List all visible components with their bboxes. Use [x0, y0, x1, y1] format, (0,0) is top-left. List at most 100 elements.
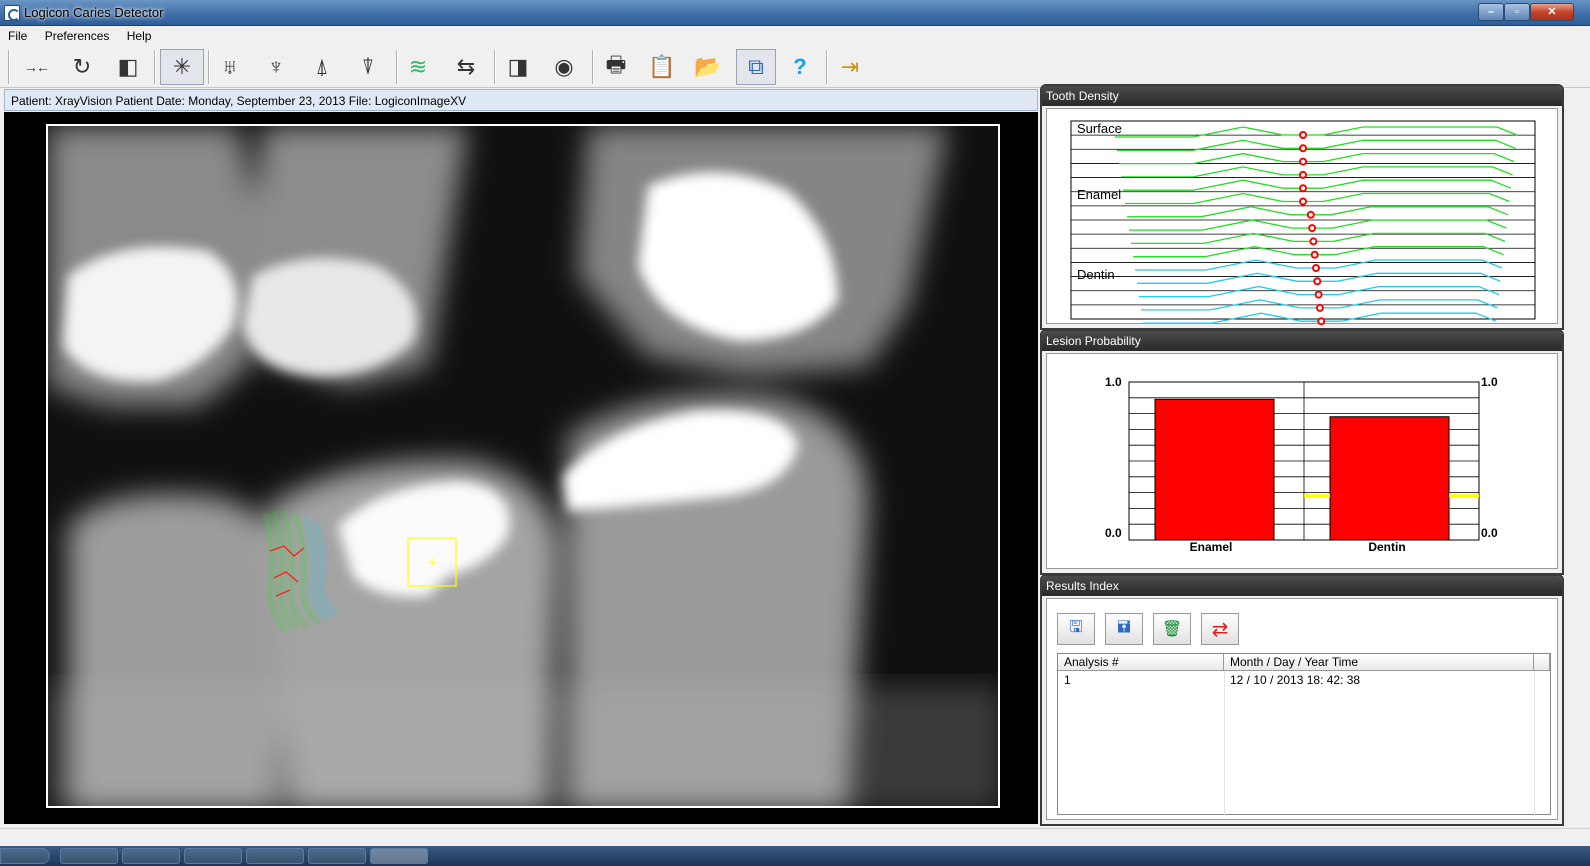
close-button[interactable]: ✕: [1530, 3, 1574, 21]
lesion-marker: [1299, 170, 1307, 179]
table-row[interactable]: 1 12 / 10 / 2013 18: 42: 38: [1058, 672, 1534, 688]
save-result-button[interactable]: 🖫: [1057, 613, 1095, 645]
lesion-marker: [1299, 131, 1307, 139]
lesion-marker: [1309, 237, 1318, 246]
compare-arrows-icon: ⇄: [1211, 618, 1229, 641]
taskbar-app[interactable]: [308, 848, 366, 864]
density-lines-button[interactable]: ≋: [400, 49, 436, 85]
help-button[interactable]: ?: [782, 49, 818, 85]
category-label-dentin: Dentin: [1368, 540, 1405, 554]
lesion-marker: [1308, 224, 1317, 233]
taskbar-app[interactable]: [122, 848, 180, 864]
analyze-button[interactable]: ✳: [160, 49, 204, 85]
patient-info-text: Patient: XrayVision Patient Date: Monday…: [11, 94, 467, 108]
compare-results-button[interactable]: ⇄: [1201, 613, 1239, 645]
incisor-tooth-icon: ⍒: [361, 54, 375, 79]
results-index-title: Results Index: [1042, 576, 1562, 596]
print-button[interactable]: 🖶: [598, 49, 634, 85]
incisor-button[interactable]: ⍒: [350, 49, 386, 85]
lesion-marker: [1315, 303, 1324, 312]
lesion-probability-chart: 1.0 0.0 1.0 0.0 Enamel Dentin: [1105, 375, 1498, 554]
menu-preferences[interactable]: Preferences: [37, 26, 116, 43]
contrast-button[interactable]: ◨: [500, 49, 536, 85]
xray-image-drawing: [48, 126, 998, 806]
column-header-spacer: [1534, 654, 1550, 671]
lesion-marker: [1299, 144, 1307, 153]
toolbar: →← ↻ ◧ ✳ ♅ ♆ ⍋ ⍒ ≋ ⇆ ◨ ◉ 🖶 📋 📂 ⧉ ? ⇥: [0, 46, 1590, 88]
column-divider: [1534, 671, 1535, 815]
category-label-enamel: Enamel: [1190, 540, 1233, 554]
delete-trash-icon: 🗑: [1161, 621, 1183, 638]
open-folder-button[interactable]: 📂: [690, 49, 726, 85]
analyze-star-icon: ✳: [172, 54, 192, 79]
y-tick-bottom-right: 0.0: [1481, 526, 1498, 540]
clipboard-icon: 📋: [648, 54, 676, 79]
image-flip-button[interactable]: ⇆: [448, 49, 484, 85]
lesion-marker: [1299, 157, 1307, 166]
compare-images-button[interactable]: ◧: [110, 49, 146, 85]
y-tick-bottom-left: 0.0: [1105, 526, 1122, 540]
taskbar-app-active[interactable]: [370, 848, 428, 864]
row-analysis-number: 1: [1064, 673, 1071, 687]
canine-button[interactable]: ⍋: [304, 49, 340, 85]
lesion-marker: [1310, 250, 1319, 259]
measure-tool-icon: →←: [24, 59, 50, 75]
image-viewer[interactable]: [4, 112, 1038, 824]
clipboard-button[interactable]: 📋: [644, 49, 680, 85]
column-divider: [1224, 671, 1225, 815]
toolbar-separator: [494, 50, 495, 84]
y-tick-top-right: 1.0: [1481, 375, 1498, 389]
menu-file[interactable]: File: [0, 26, 33, 43]
density-lines-icon: ≋: [408, 54, 428, 79]
tooth-density-title: Tooth Density: [1042, 86, 1562, 106]
compare-images-icon: ◧: [117, 54, 139, 79]
delete-result-button[interactable]: 🗑: [1153, 613, 1191, 645]
row-datetime: 12 / 10 / 2013 18: 42: 38: [1230, 673, 1361, 687]
y-tick-top-left: 1.0: [1105, 375, 1122, 389]
help-question-icon: ?: [793, 54, 807, 79]
os-taskbar: [0, 846, 1590, 866]
rotate-hand-button[interactable]: ↻: [64, 49, 100, 85]
menu-help[interactable]: Help: [119, 26, 158, 43]
lesion-marker: [1313, 277, 1322, 286]
start-button[interactable]: [0, 848, 50, 864]
toolbar-separator: [826, 50, 827, 84]
patient-info-bar: Patient: XrayVision Patient Date: Monday…: [4, 89, 1038, 111]
menu-bar: File Preferences Help: [0, 26, 1590, 46]
exit-button[interactable]: ⇥: [832, 49, 868, 85]
column-header-analysis[interactable]: Analysis #: [1058, 654, 1224, 671]
printer-icon: 🖶: [605, 52, 627, 77]
image-flip-icon: ⇆: [456, 54, 476, 79]
density-label-dentin: Dentin: [1077, 267, 1115, 282]
load-result-button[interactable]: 🖬: [1105, 613, 1143, 645]
molar-button[interactable]: ♅: [212, 49, 248, 85]
tooth-density-chart: Surface Enamel Dentin: [1070, 120, 1536, 326]
taskbar-app[interactable]: [60, 848, 118, 864]
premolar-button[interactable]: ♆: [258, 49, 294, 85]
tooth-density-plot: Surface Enamel Dentin: [1046, 108, 1558, 326]
lesion-marker: [1312, 264, 1320, 272]
export-button[interactable]: ⧉: [736, 49, 776, 85]
minimize-button[interactable]: –: [1478, 3, 1504, 21]
contrast-icon: ◨: [507, 54, 529, 79]
results-index-body: 🖫 🖬 🗑 ⇄ Analysis # Month / Day / Year Ti…: [1046, 598, 1558, 820]
results-table[interactable]: Analysis # Month / Day / Year Time 1 12 …: [1057, 653, 1551, 815]
lesion-probability-title: Lesion Probability: [1042, 331, 1562, 351]
open-folder-icon: 📂: [694, 54, 722, 79]
lesion-marker: [1299, 184, 1307, 193]
xray-image[interactable]: [46, 124, 1000, 808]
lesion-marker: [1317, 317, 1326, 326]
taskbar-app[interactable]: [246, 848, 304, 864]
taskbar-app[interactable]: [184, 848, 242, 864]
maximize-button[interactable]: ▫: [1504, 3, 1530, 21]
bar-dentin: [1329, 416, 1450, 541]
rotate-hand-icon: ↻: [72, 54, 92, 79]
load-result-icon: 🖬: [1117, 618, 1131, 636]
title-bar[interactable]: Logicon Caries Detector – ▫ ✕: [0, 0, 1590, 26]
measure-tool-button[interactable]: →←: [18, 49, 54, 85]
results-index-panel: Results Index 🖫 🖬 🗑 ⇄ Analysis # Month /…: [1040, 574, 1564, 826]
toolbar-separator: [8, 50, 9, 84]
column-header-datetime[interactable]: Month / Day / Year Time: [1224, 654, 1534, 671]
tooth-density-panel: Tooth Density Surface Enamel Dentin: [1040, 84, 1564, 330]
zoom-target-button[interactable]: ◉: [546, 49, 582, 85]
